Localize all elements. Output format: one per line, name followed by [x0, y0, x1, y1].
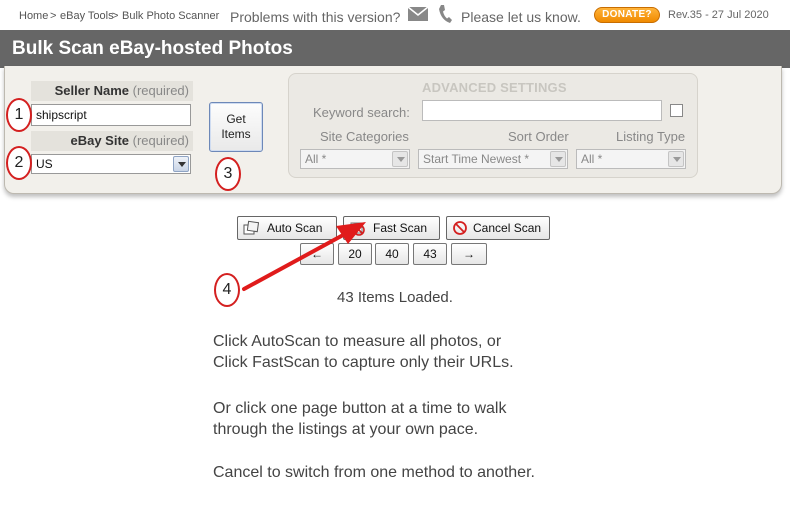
- donate-button[interactable]: DONATE?: [594, 7, 660, 23]
- annotation-2: 2: [6, 146, 32, 180]
- chevron-down-icon[interactable]: [550, 151, 566, 167]
- chevron-down-icon[interactable]: [392, 151, 408, 167]
- mail-icon[interactable]: [407, 6, 429, 22]
- get-items-button[interactable]: Get Items: [209, 102, 263, 152]
- annotation-3: 3: [215, 157, 241, 191]
- instructions-block-3: Cancel to switch from one method to anot…: [213, 464, 535, 481]
- chevron-down-icon[interactable]: [668, 151, 684, 167]
- phone-icon[interactable]: [437, 4, 453, 24]
- items-loaded-status: 43 Items Loaded.: [337, 289, 453, 306]
- cancel-icon: [453, 221, 467, 235]
- photo-icon: [243, 220, 259, 235]
- keyword-search-input[interactable]: [422, 100, 662, 121]
- advanced-settings-title: ADVANCED SETTINGS: [422, 80, 567, 95]
- instructions-block-1: Click AutoScan to measure all photos, or…: [213, 333, 514, 371]
- fast-scan-button[interactable]: Fast Scan: [343, 216, 440, 240]
- page-button-40[interactable]: 40: [375, 243, 409, 265]
- keyword-search-label: Keyword search:: [313, 105, 410, 120]
- breadcrumb-bulk-photo-scanner: Bulk Photo Scanner: [122, 10, 220, 22]
- chevron-down-icon[interactable]: [173, 156, 189, 172]
- title-bar: Bulk Scan eBay-hosted Photos: [0, 30, 790, 68]
- sort-order-label: Sort Order: [508, 129, 569, 144]
- page-button-20[interactable]: 20: [338, 243, 372, 265]
- seller-name-label: Seller Name (required): [31, 81, 193, 101]
- site-categories-select[interactable]: All *: [300, 149, 410, 169]
- site-categories-label: Site Categories: [320, 129, 409, 144]
- problems-text: Problems with this version?: [230, 9, 401, 25]
- annotation-1: 1: [6, 98, 32, 132]
- page-button-43[interactable]: 43: [413, 243, 447, 265]
- top-bar: Home > eBay Tools > Bulk Photo Scanner P…: [0, 0, 790, 30]
- listing-type-label: Listing Type: [616, 129, 686, 144]
- ebay-site-select[interactable]: US: [31, 154, 191, 174]
- breadcrumb-sep: >: [50, 10, 57, 22]
- no-photo-icon: [350, 222, 365, 236]
- sort-order-select[interactable]: Start Time Newest *: [418, 149, 568, 169]
- revision-text: Rev.35 - 27 Jul 2020: [668, 9, 769, 21]
- breadcrumb-sep: >: [112, 10, 119, 22]
- breadcrumb-home[interactable]: Home: [19, 10, 48, 22]
- please-let-us-know[interactable]: Please let us know.: [461, 9, 581, 25]
- prev-page-button[interactable]: ←: [300, 243, 334, 265]
- breadcrumb-ebay-tools[interactable]: eBay Tools: [60, 10, 114, 22]
- cancel-scan-button[interactable]: Cancel Scan: [446, 216, 550, 240]
- auto-scan-button[interactable]: Auto Scan: [237, 216, 337, 240]
- page-title: Bulk Scan eBay-hosted Photos: [12, 38, 293, 59]
- annotation-4: 4: [214, 273, 240, 307]
- listing-type-select[interactable]: All *: [576, 149, 686, 169]
- ebay-site-label: eBay Site (required): [31, 131, 193, 151]
- seller-name-input[interactable]: shipscript: [31, 104, 191, 126]
- instructions-block-2: Or click one page button at a time to wa…: [213, 400, 507, 438]
- next-page-button[interactable]: →: [451, 243, 487, 265]
- keyword-checkbox[interactable]: [670, 104, 683, 117]
